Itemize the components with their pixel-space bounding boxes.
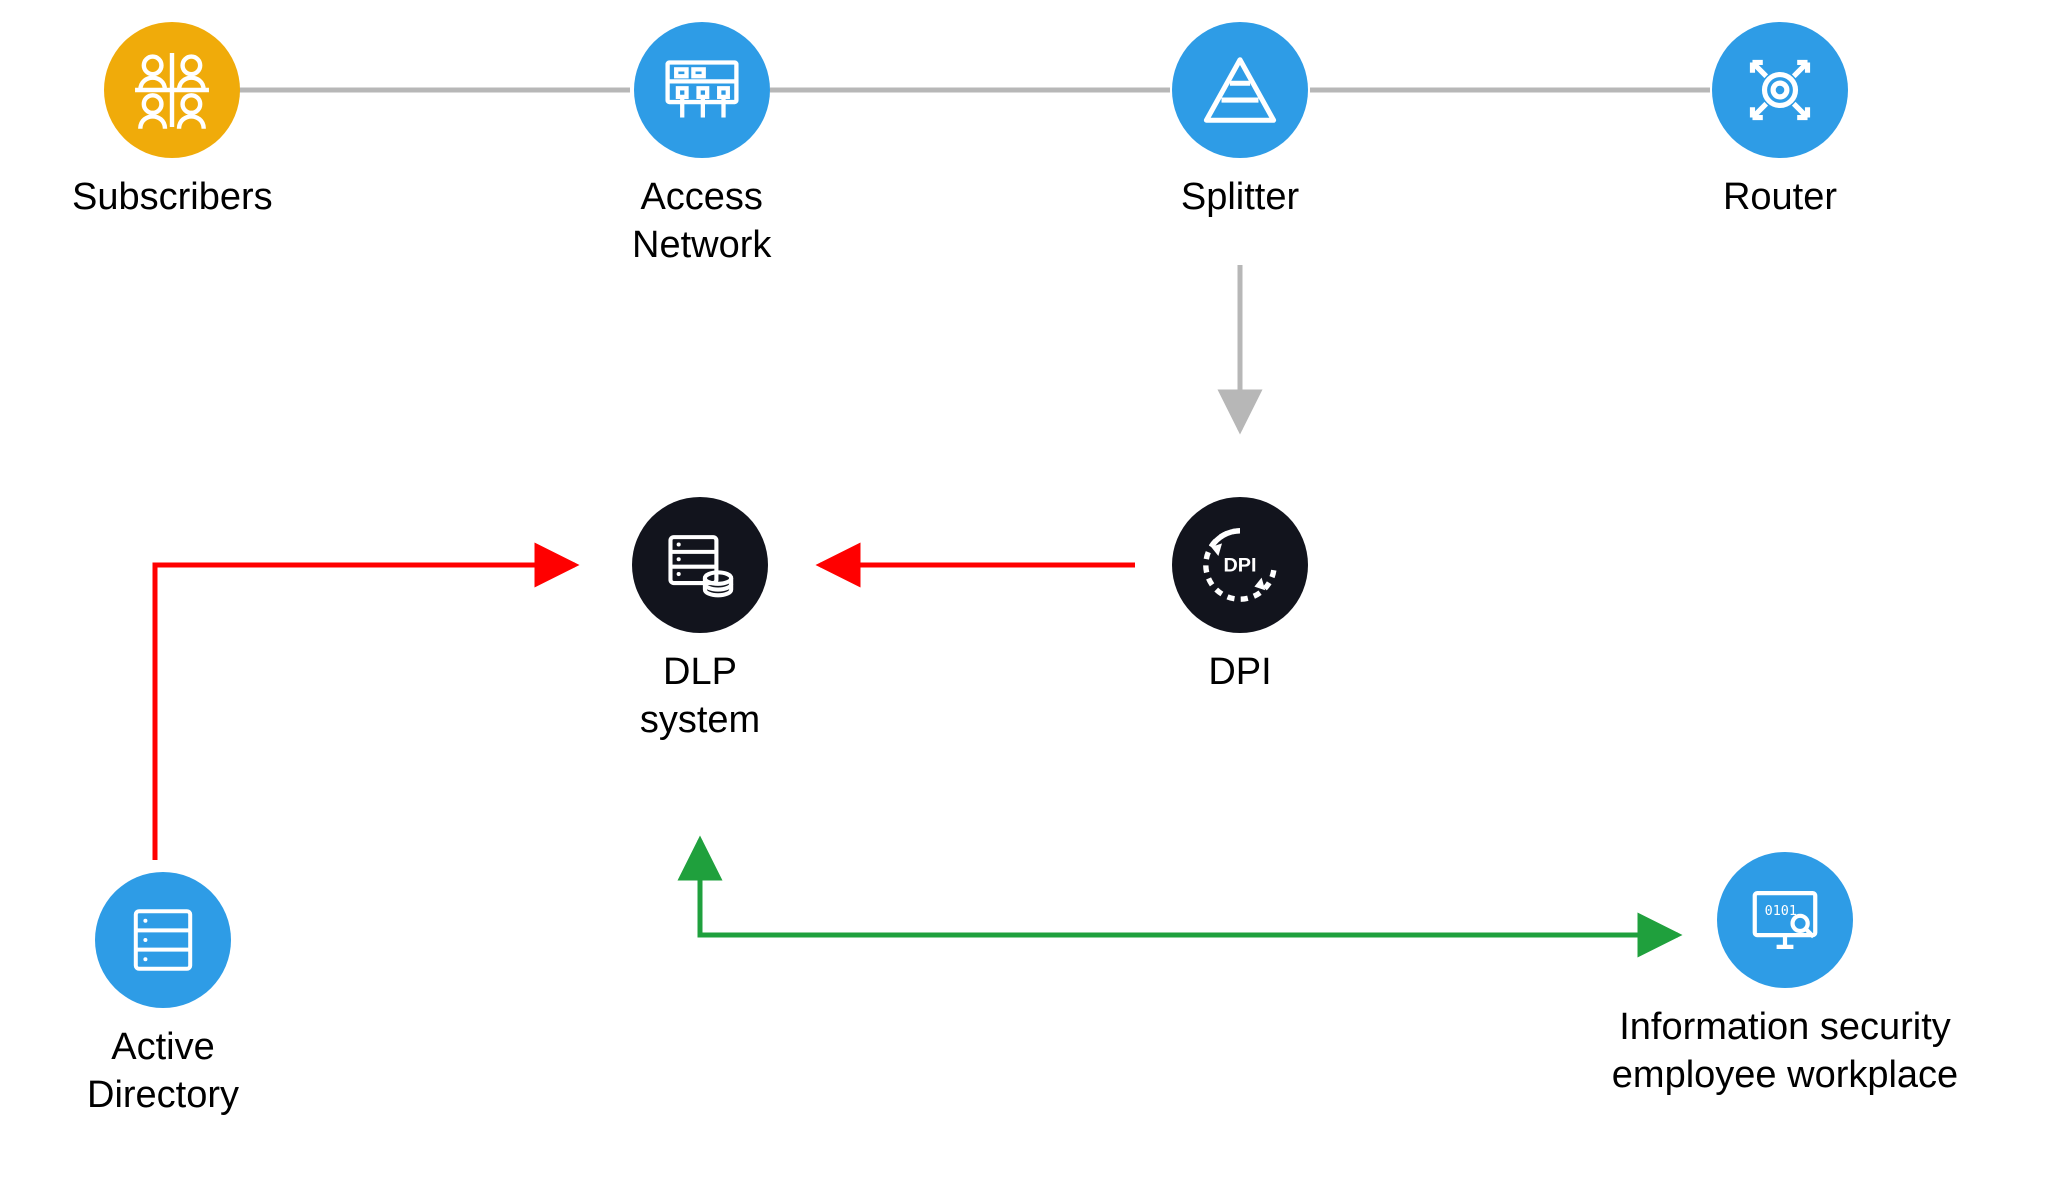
node-dpi: DPI DPI — [1172, 497, 1308, 697]
svg-text:DPI: DPI — [1224, 554, 1257, 576]
node-dlp: DLP system — [632, 497, 768, 744]
monitor-icon: 0101 — [1743, 878, 1827, 962]
rack-icon — [123, 900, 203, 980]
node-label: DPI — [1208, 649, 1271, 697]
splitter-icon — [1198, 48, 1282, 132]
node-circle — [95, 872, 231, 1008]
node-label: DLP system — [640, 649, 760, 744]
dpi-icon: DPI — [1195, 520, 1285, 610]
node-circle — [1712, 22, 1848, 158]
users-icon — [128, 46, 216, 134]
node-security-workplace: 0101 Information security employee workp… — [1605, 852, 1965, 1099]
node-label: Subscribers — [72, 174, 273, 222]
node-circle — [632, 497, 768, 633]
node-label: Router — [1723, 174, 1837, 222]
node-router: Router — [1712, 22, 1848, 222]
node-circle — [104, 22, 240, 158]
node-circle — [634, 22, 770, 158]
node-circle — [1172, 22, 1308, 158]
node-circle: DPI — [1172, 497, 1308, 633]
svg-text:0101: 0101 — [1765, 904, 1797, 919]
router-icon — [1737, 47, 1823, 133]
server-db-icon — [659, 524, 741, 606]
node-label: Information security employee workplace — [1612, 1004, 1958, 1099]
node-splitter: Splitter — [1172, 22, 1308, 222]
node-label: Access Network — [632, 174, 771, 269]
node-ad: Active Directory — [87, 872, 239, 1119]
node-label: Active Directory — [87, 1024, 239, 1119]
edge-ad-dlp — [155, 565, 575, 860]
node-subscribers: Subscribers — [72, 22, 273, 222]
node-circle: 0101 — [1717, 852, 1853, 988]
edge-dlp-securitywp — [700, 840, 1678, 935]
node-access-network: Access Network — [632, 22, 771, 269]
network-icon — [659, 47, 745, 133]
node-label: Splitter — [1181, 174, 1299, 222]
